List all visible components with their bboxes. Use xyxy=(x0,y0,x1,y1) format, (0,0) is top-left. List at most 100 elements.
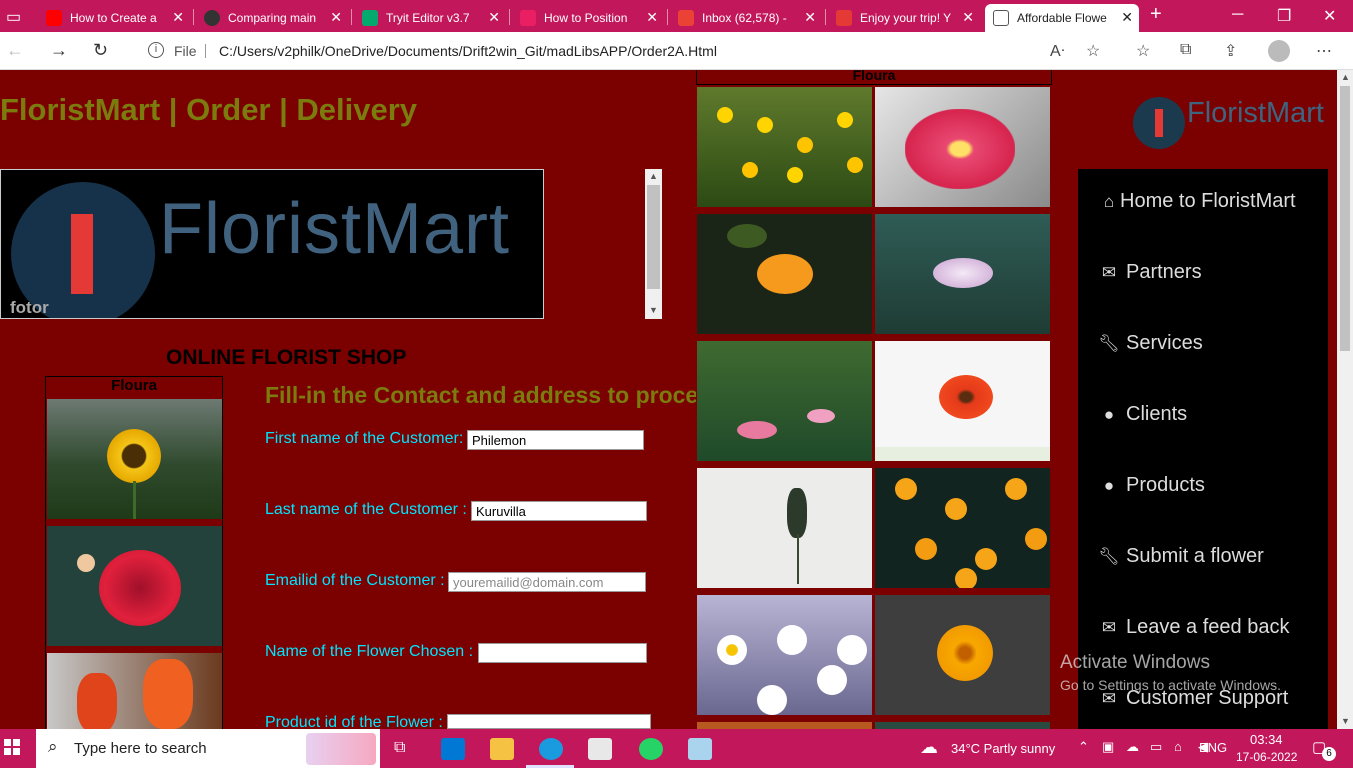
more-icon[interactable]: ⋯ xyxy=(1316,41,1332,61)
flower-photo[interactable] xyxy=(697,341,872,461)
close-icon[interactable]: ✕ xyxy=(962,9,974,26)
flower-photo[interactable] xyxy=(47,653,222,735)
weather-icon[interactable]: ☁ xyxy=(920,737,938,758)
url-text[interactable]: C:/Users/v2philk/OneDrive/Documents/Drif… xyxy=(219,43,717,59)
close-window-icon[interactable]: ✕ xyxy=(1323,6,1336,26)
flower-photo[interactable] xyxy=(875,341,1050,461)
scroll-down-icon[interactable]: ▼ xyxy=(649,305,658,315)
store-icon[interactable] xyxy=(588,738,612,760)
flower-photo[interactable] xyxy=(697,595,872,715)
tab-active[interactable]: Affordable Flowe ✕ xyxy=(985,4,1139,32)
whatsapp-icon[interactable] xyxy=(639,738,663,760)
file-explorer-icon[interactable] xyxy=(490,738,514,760)
favorites-icon[interactable]: ☆ xyxy=(1136,41,1150,61)
logo[interactable]: FloristMart xyxy=(1133,97,1324,149)
flower-photo[interactable] xyxy=(697,87,872,207)
scroll-down-icon[interactable]: ▼ xyxy=(1341,716,1350,726)
browser-tab-bar: ▭ How to Create a ✕ Comparing main ✕ Try… xyxy=(0,0,1353,32)
share-icon[interactable]: ⇪ xyxy=(1224,41,1237,61)
flower-name-field[interactable] xyxy=(478,643,647,663)
flower-photo[interactable] xyxy=(875,214,1050,334)
nav-item-services[interactable]: 🔧︎ Services xyxy=(1098,332,1203,355)
flower-photo[interactable] xyxy=(875,87,1050,207)
tab-1[interactable]: How to Create a ✕ xyxy=(38,4,190,32)
email-field[interactable] xyxy=(448,572,646,592)
collections-icon[interactable]: ⧉ xyxy=(1180,41,1191,59)
nav-item-partners[interactable]: ✉ Partners xyxy=(1098,261,1202,284)
taskbar-search[interactable]: ⌕ Type here to search xyxy=(36,729,380,768)
home-icon: ⌂ xyxy=(1103,191,1115,211)
nav-item-home[interactable]: ⌂ Home to FloristMart xyxy=(1098,190,1296,213)
first-name-label: First name of the Customer: xyxy=(265,430,464,447)
last-name-field[interactable] xyxy=(471,501,647,521)
new-tab-icon[interactable]: + xyxy=(1150,3,1162,26)
close-icon[interactable]: ✕ xyxy=(1121,9,1133,26)
close-icon[interactable]: ✕ xyxy=(172,9,184,26)
scroll-thumb[interactable] xyxy=(647,185,660,289)
weather-text[interactable]: 34°C Partly sunny xyxy=(951,741,1055,756)
chevron-up-icon[interactable]: ⌃ xyxy=(1078,739,1089,755)
flower-photo[interactable] xyxy=(875,468,1050,588)
profile-avatar[interactable] xyxy=(1268,40,1290,62)
tab-separator xyxy=(351,9,352,25)
flower-photo[interactable] xyxy=(697,468,872,588)
tab-separator xyxy=(825,9,826,25)
clock-date[interactable]: 17-06-2022 xyxy=(1236,750,1297,764)
back-icon[interactable]: ← xyxy=(6,40,24,61)
mail-icon[interactable] xyxy=(441,738,465,760)
task-view-icon[interactable]: ⧉ xyxy=(394,739,405,757)
tab-3[interactable]: Tryit Editor v3.7 ✕ xyxy=(354,4,506,32)
restore-icon[interactable]: ❐ xyxy=(1277,6,1291,26)
flower-photo[interactable] xyxy=(47,526,222,646)
flower-photo[interactable] xyxy=(697,214,872,334)
close-icon[interactable]: ✕ xyxy=(804,9,816,26)
edge-icon[interactable] xyxy=(539,738,563,760)
onedrive-icon[interactable]: ☁ xyxy=(1126,739,1139,755)
nav-label: Submit a flower xyxy=(1126,545,1264,567)
close-icon[interactable]: ✕ xyxy=(646,9,658,26)
tab-2[interactable]: Comparing main ✕ xyxy=(196,4,348,32)
document-icon xyxy=(993,10,1009,26)
wrench-icon: 🔧︎ xyxy=(1098,546,1120,566)
banner-scrollbar[interactable]: ▲ ▼ xyxy=(645,169,662,319)
user-icon: ● xyxy=(1103,404,1115,424)
app-icon[interactable] xyxy=(688,738,712,760)
tab-label: Enjoy your trip! Y xyxy=(860,11,952,25)
forward-icon[interactable]: → xyxy=(50,40,68,61)
meet-icon[interactable]: ▣ xyxy=(1102,739,1114,755)
tab-label: Affordable Flowe xyxy=(1017,11,1107,25)
tab-5[interactable]: Inbox (62,578) - ✕ xyxy=(670,4,822,32)
add-favorite-icon[interactable]: ☆ xyxy=(1086,41,1100,61)
nav-label: Clients xyxy=(1126,403,1188,425)
flower-photo[interactable] xyxy=(47,399,222,519)
minimize-icon[interactable]: ─ xyxy=(1232,6,1243,24)
close-icon[interactable]: ✕ xyxy=(488,9,500,26)
windows-start-icon[interactable] xyxy=(4,739,20,755)
scroll-thumb[interactable] xyxy=(1340,86,1350,351)
banner-image: FloristMart fotor xyxy=(0,169,544,319)
battery-icon[interactable]: ▭ xyxy=(1150,739,1162,755)
url-box[interactable]: i File C:/Users/v2philk/OneDrive/Documen… xyxy=(136,36,1116,66)
first-name-field[interactable] xyxy=(467,430,644,450)
network-icon[interactable]: ⌂ xyxy=(1174,739,1182,754)
nav-item-clients[interactable]: ● Clients xyxy=(1098,403,1187,426)
product-id-field[interactable] xyxy=(447,714,651,729)
nav-item-submit-flower[interactable]: 🔧︎ Submit a flower xyxy=(1098,545,1264,568)
tab-4[interactable]: How to Position ✕ xyxy=(512,4,664,32)
read-aloud-icon[interactable]: Aᐧ xyxy=(1050,41,1065,61)
language-indicator[interactable]: ENG xyxy=(1199,740,1227,755)
nav-item-products[interactable]: ● Products xyxy=(1098,474,1205,497)
close-icon[interactable]: ✕ xyxy=(330,9,342,26)
flower-photo[interactable] xyxy=(875,595,1050,715)
shop-heading: ONLINE FLORIST SHOP xyxy=(166,346,407,369)
tab-6[interactable]: Enjoy your trip! Y ✕ xyxy=(828,4,980,32)
clock-time[interactable]: 03:34 xyxy=(1250,732,1283,747)
info-icon[interactable]: i xyxy=(148,42,164,58)
tab-label: Tryit Editor v3.7 xyxy=(386,11,470,25)
tab-actions-icon[interactable]: ▭ xyxy=(6,7,21,27)
page-scrollbar[interactable]: ▲ ▼ xyxy=(1337,70,1353,730)
nav-item-feedback[interactable]: ✉ Leave a feed back xyxy=(1098,616,1290,639)
scroll-up-icon[interactable]: ▲ xyxy=(1341,72,1350,82)
refresh-icon[interactable]: ↻ xyxy=(93,40,108,61)
scroll-up-icon[interactable]: ▲ xyxy=(649,171,658,181)
